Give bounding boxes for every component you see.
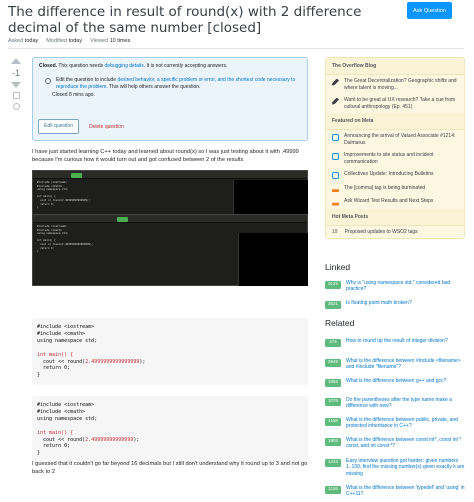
code-screenshot-1: #include <iostream> #include <cmath> usi… <box>32 170 308 215</box>
closed-reason: Closed. This question needs debugging de… <box>39 63 228 69</box>
related-question[interactable]: 1066 What is the difference between g++ a… <box>325 378 465 387</box>
question-outro: I guessed that it couldn't go far beyond… <box>32 461 308 475</box>
pencil-icon <box>332 97 339 105</box>
meta-item[interactable]: Ask Wizard Test Results and Next Steps <box>326 195 464 209</box>
stackoverflow-icon <box>332 189 339 192</box>
viewed-info: Viewed 10 times <box>90 38 131 44</box>
blog-item[interactable]: The Great Decentralization? Geographic s… <box>326 75 464 94</box>
debugging-details-link[interactable]: debugging details <box>105 63 144 69</box>
stackoverflow-icon <box>332 202 339 206</box>
closed-ago: Closed 8 mins ago. <box>52 92 95 98</box>
chat-icon <box>332 133 339 141</box>
run-button <box>117 217 128 222</box>
edit-question-button[interactable]: Edit question <box>38 119 79 134</box>
linked-question[interactable]: 3125 Why is "using namespace std;" consid… <box>325 280 465 293</box>
history-icon[interactable] <box>12 103 20 110</box>
bookmark-icon[interactable] <box>12 92 20 99</box>
hot-meta-item[interactable]: 19 Proposed updates to WSO2 tags <box>326 226 464 239</box>
blog-list: The Great Decentralization? Geographic s… <box>326 75 464 113</box>
code-screenshot-2: #include <iostream> #include <cmath> usi… <box>32 214 308 286</box>
meta-item[interactable]: Improvements to site status and incident… <box>326 149 464 168</box>
question-meta: Asked today Modified today Viewed 10 tim… <box>8 38 130 44</box>
blog-title: The Overflow Blog <box>326 58 464 75</box>
delete-question-link[interactable]: Delete question <box>89 124 124 131</box>
meta-list: Announcing the arrival of Valued Associa… <box>326 130 464 209</box>
sidebar-widget: The Overflow Blog The Great Decentraliza… <box>325 57 465 239</box>
related-question[interactable]: 1243 Easy interview question got harder: … <box>325 458 465 477</box>
related-question[interactable]: 1158 What is the difference between publi… <box>325 417 465 430</box>
vote-score: -1 <box>11 68 20 78</box>
improve-hint: Edit the question to include desired beh… <box>39 77 301 91</box>
related-question[interactable]: 1126 What is the difference between 'type… <box>325 485 465 498</box>
output-panel <box>238 233 308 286</box>
upvote-icon[interactable] <box>11 58 21 64</box>
editor-tabs <box>33 215 307 223</box>
related-heading: Related <box>325 318 355 328</box>
related-question[interactable]: 1803 What is the difference between const… <box>325 437 465 450</box>
screenshot-2-code: #include <iostream> #include <cmath> usi… <box>37 225 94 254</box>
header-divider <box>8 48 464 49</box>
question-title[interactable]: The difference in result of round(x) wit… <box>8 4 400 36</box>
chat-icon <box>332 152 339 160</box>
downvote-icon[interactable] <box>11 82 21 88</box>
run-button <box>71 173 82 178</box>
related-question[interactable]: 1076 Do the parentheses after the type na… <box>325 397 465 410</box>
code-block-1: #include <iostream> #include <cmath> usi… <box>32 318 308 386</box>
meta-item[interactable]: Announcing the arrival of Valued Associa… <box>326 130 464 149</box>
chat-icon <box>332 171 339 179</box>
related-question[interactable]: 2848 What is the difference between #incl… <box>325 358 465 371</box>
output-panel <box>233 180 308 215</box>
meta-title: Featured on Meta <box>326 113 464 130</box>
linked-heading: Linked <box>325 262 351 272</box>
vote-column: -1 <box>8 58 24 110</box>
question-intro: I have just started learning C++ today a… <box>32 149 299 163</box>
hot-meta-list: 19 Proposed updates to WSO2 tags <box>326 225 464 239</box>
meta-item[interactable]: Collectives Update: Introducing Bulletin… <box>326 168 464 182</box>
ask-question-button[interactable]: Ask Question <box>407 2 452 19</box>
linked-question[interactable]: 3621 Is floating point math broken? <box>325 300 465 309</box>
info-icon <box>45 78 51 84</box>
meta-item[interactable]: The [comma] tag is being burninated <box>326 182 464 196</box>
asked-info: Asked today <box>8 38 39 44</box>
modified-info: Modified today <box>46 38 83 44</box>
pencil-icon <box>332 78 339 86</box>
blog-item[interactable]: Want to be great at UX research? Take a … <box>326 94 464 113</box>
code-block-2: #include <iostream> #include <cmath> usi… <box>32 396 308 464</box>
related-question[interactable]: 274 How to round up the result of integer… <box>325 338 465 347</box>
hot-meta-title: Hot Meta Posts <box>326 208 464 226</box>
screenshot-1-code: #include <iostream> #include <cmath> usi… <box>37 181 91 210</box>
closed-notice: Closed. This question needs debugging de… <box>32 57 308 141</box>
